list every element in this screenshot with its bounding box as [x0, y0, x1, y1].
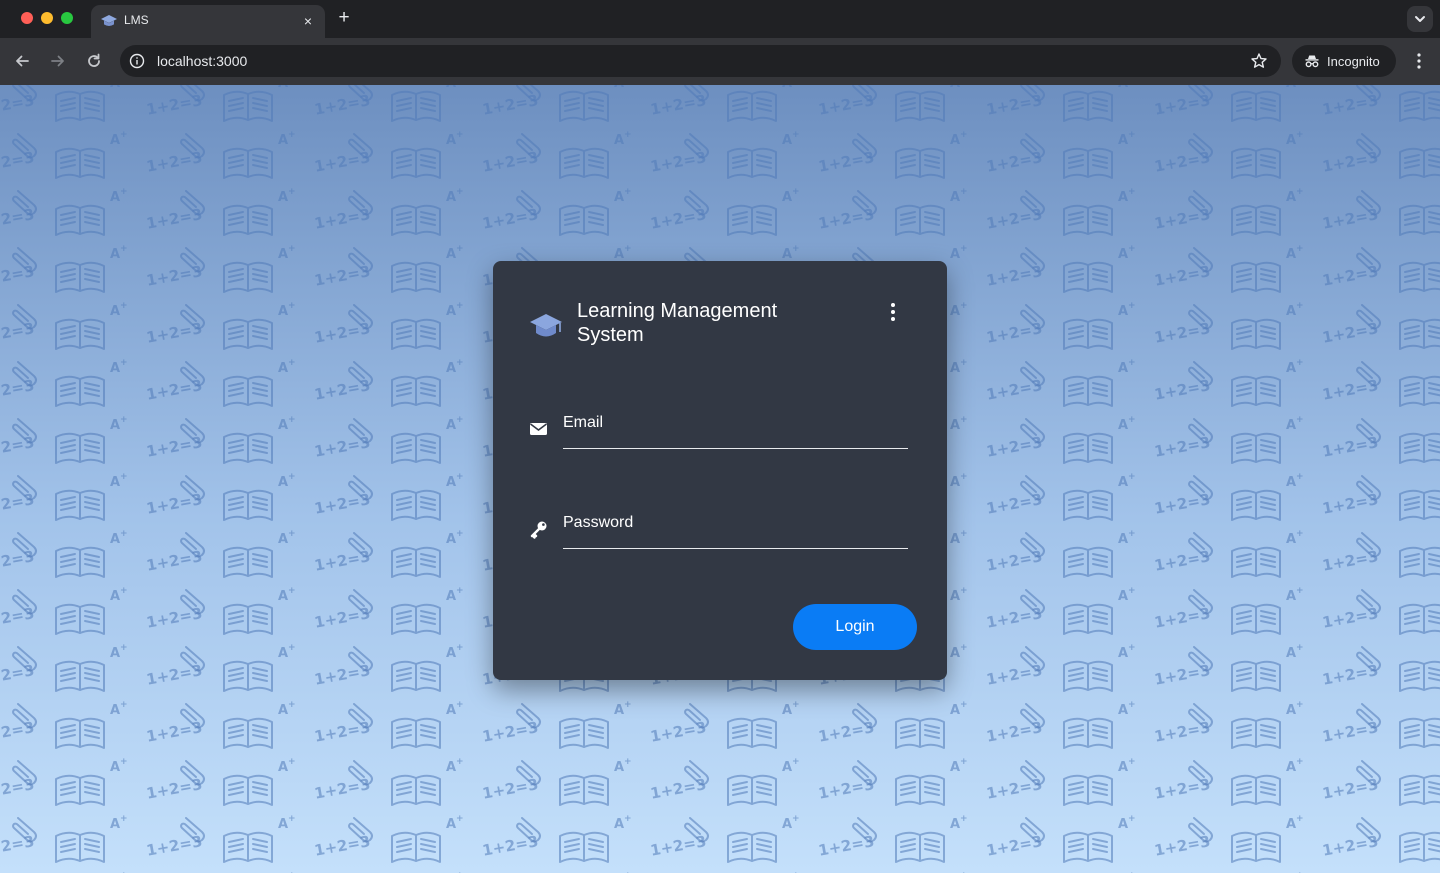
- incognito-chip[interactable]: Incognito: [1292, 45, 1396, 77]
- login-card: Learning Management System Email Passwor…: [493, 261, 947, 680]
- email-underline: [563, 448, 908, 449]
- password-label: Password: [563, 514, 634, 531]
- back-arrow-icon[interactable]: [11, 50, 33, 72]
- kebab-menu-icon[interactable]: [883, 301, 903, 323]
- incognito-label: Incognito: [1327, 54, 1380, 69]
- new-tab-icon[interactable]: +: [334, 8, 354, 28]
- address-bar[interactable]: localhost:3000: [120, 45, 1281, 77]
- browser-tab[interactable]: LMS ×: [91, 5, 325, 38]
- forward-arrow-icon[interactable]: [47, 50, 69, 72]
- url-text: localhost:3000: [157, 53, 248, 69]
- email-field[interactable]: Email: [529, 409, 909, 455]
- incognito-icon: [1305, 55, 1319, 68]
- reload-icon[interactable]: [83, 50, 105, 72]
- graduation-cap-icon: [101, 15, 117, 26]
- tab-search-icon: [1415, 16, 1425, 22]
- envelope-icon: [530, 423, 547, 435]
- tab-search-button[interactable]: [1407, 6, 1433, 32]
- page-viewport: 1+2=3 A + Learning Management System: [0, 85, 1440, 873]
- minimize-window-button[interactable]: [41, 12, 53, 24]
- app-title: Learning Management System: [577, 300, 778, 346]
- graduation-cap-icon: [530, 314, 562, 337]
- site-info-icon[interactable]: [129, 53, 145, 69]
- tab-close-icon[interactable]: ×: [299, 12, 317, 30]
- more-menu-icon[interactable]: [1409, 50, 1429, 72]
- login-button[interactable]: Login: [793, 604, 917, 650]
- browser-tabbar: LMS × +: [0, 0, 1440, 38]
- email-label: Email: [563, 414, 604, 431]
- password-field[interactable]: Password: [529, 509, 909, 555]
- key-icon: [530, 521, 547, 539]
- browser-toolbar: localhost:3000 Incognito: [0, 38, 1440, 85]
- close-window-button[interactable]: [21, 12, 33, 24]
- password-underline: [563, 548, 908, 549]
- tab-title: LMS: [124, 13, 149, 27]
- maximize-window-button[interactable]: [61, 12, 73, 24]
- bookmark-star-icon[interactable]: [1250, 52, 1268, 70]
